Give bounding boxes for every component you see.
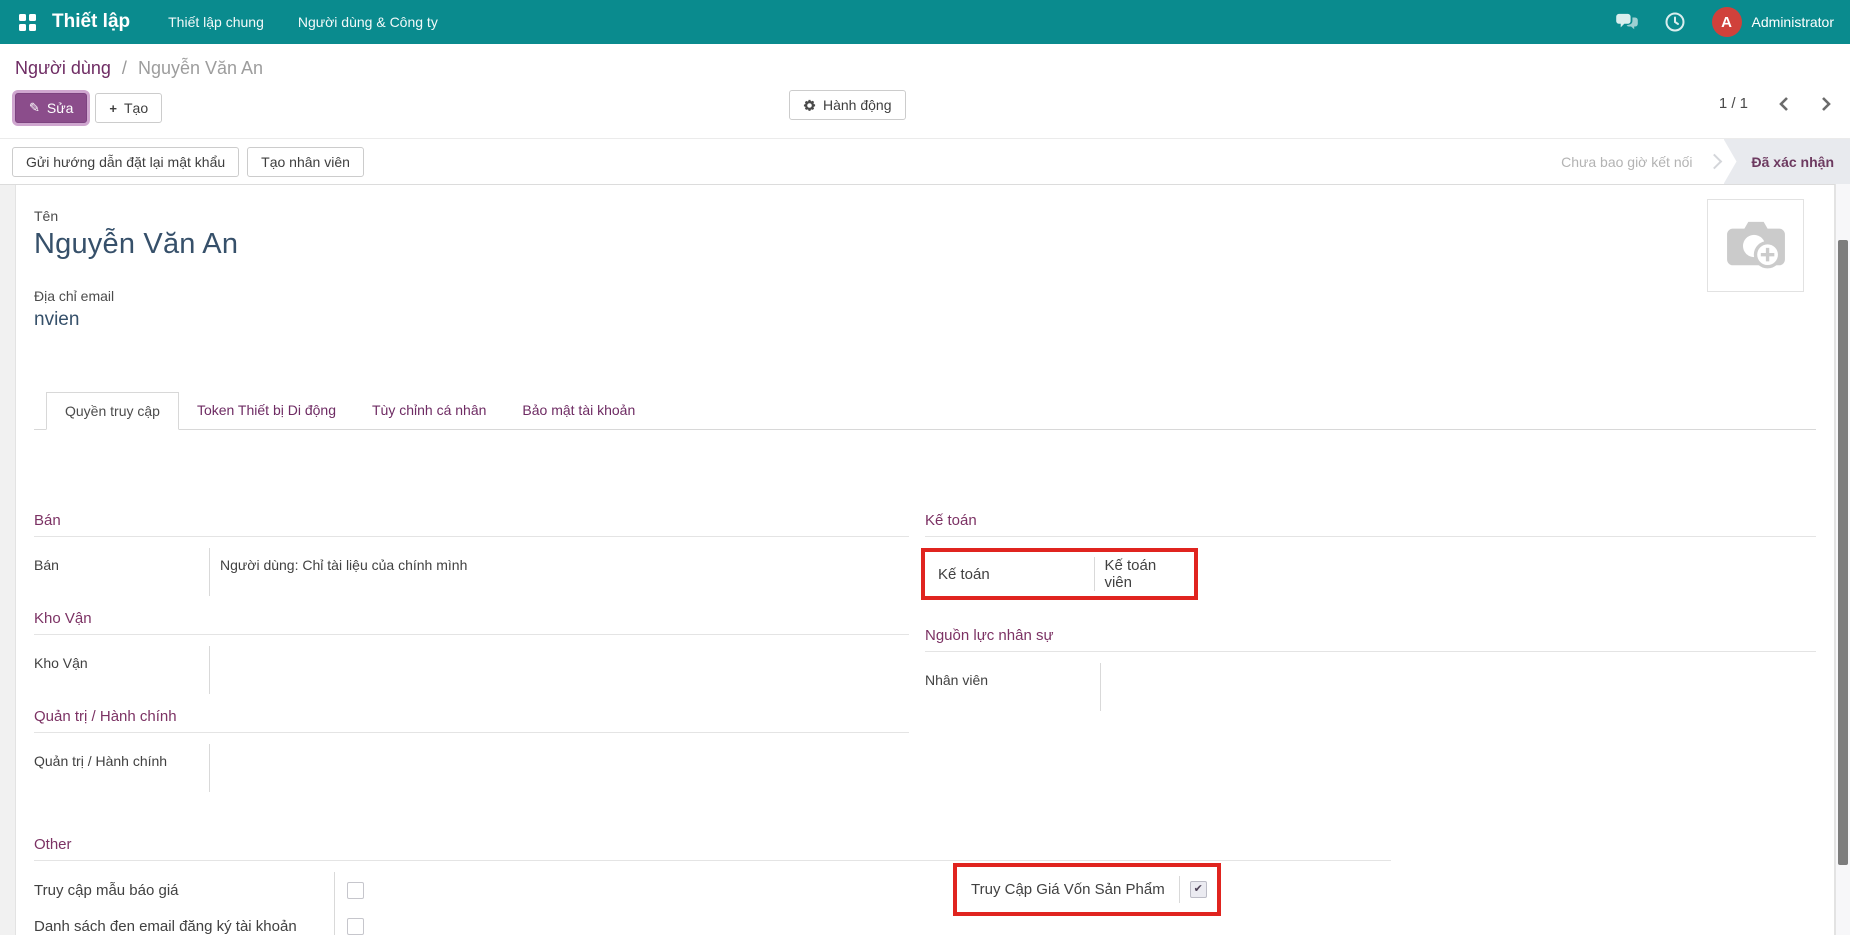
create-button[interactable]: + Tạo: [95, 93, 162, 123]
menu-general-settings[interactable]: Thiết lập chung: [168, 14, 264, 30]
camera-plus-icon: [1725, 219, 1787, 273]
group-sales-title: Bán: [34, 512, 909, 537]
control-panel: Người dùng / Nguyễn Văn An ✎ Sửa + Tạo H…: [0, 44, 1850, 185]
group-inventory: Kho Vận Kho Vận: [34, 610, 909, 694]
product-cost-checkbox[interactable]: ✔: [1190, 881, 1207, 898]
other-rows: Truy cập mẫu báo giá Danh sách đen email…: [34, 872, 1816, 935]
field-separator: [1179, 876, 1180, 903]
breadcrumb-separator: /: [122, 58, 127, 78]
pencil-icon: ✎: [29, 100, 40, 116]
menu-users-companies[interactable]: Người dùng & Công ty: [298, 14, 438, 30]
group-hr: Nguồn lực nhân sự Nhân viên: [925, 627, 1816, 711]
group-sales: Bán Bán Người dùng: Chỉ tài liệu của chí…: [34, 512, 909, 596]
quotation-templates-label: Truy cập mẫu báo giá: [34, 882, 334, 899]
access-rights-panel: Bán Bán Người dùng: Chỉ tài liệu của chí…: [34, 430, 1816, 935]
vertical-scrollbar[interactable]: [1835, 184, 1850, 935]
user-menu[interactable]: A Administrator: [1712, 7, 1834, 37]
apps-menu-icon[interactable]: [12, 7, 42, 37]
control-panel-buttons: ✎ Sửa + Tạo Hành động 1 / 1: [0, 87, 1850, 129]
form-sheet: Tên Nguyễn Văn An Địa chỉ email nvien Qu…: [15, 185, 1835, 935]
group-administration-title: Quản trị / Hành chính: [34, 708, 909, 733]
group-other-title: Other: [34, 836, 1391, 861]
grid-icon: [19, 14, 36, 31]
hr-field-value: [1100, 663, 1816, 711]
inventory-field-value: [209, 646, 909, 694]
plus-icon: +: [109, 101, 117, 116]
quotation-templates-cell: [334, 872, 364, 908]
create-employee-button[interactable]: Tạo nhân viên: [247, 147, 364, 177]
user-name-value: Nguyễn Văn An: [34, 228, 1816, 261]
administration-field-label: Quản trị / Hành chính: [34, 744, 209, 792]
app-menu: Thiết lập chung Người dùng & Công ty: [168, 14, 438, 30]
email-blacklist-cell: [334, 908, 364, 935]
send-password-reset-button[interactable]: Gửi hướng dẫn đặt lại mật khẩu: [12, 147, 239, 177]
highlight-box-accounting: Kế toán Kế toán viên: [921, 548, 1198, 600]
edit-button[interactable]: ✎ Sửa: [15, 93, 87, 123]
tab-account-security[interactable]: Bảo mật tài khoản: [504, 392, 653, 430]
group-inventory-title: Kho Vận: [34, 610, 909, 635]
administration-field-value: [209, 744, 909, 792]
email-blacklist-checkbox[interactable]: [347, 918, 364, 935]
name-field-label: Tên: [34, 208, 1816, 224]
statusbar: Gửi hướng dẫn đặt lại mật khẩu Tạo nhân …: [0, 138, 1850, 185]
status-stages: Chưa bao giờ kết nối Đã xác nhận: [1561, 139, 1850, 184]
group-accounting-title: Kế toán: [925, 512, 1816, 537]
right-column: Kế toán Kế toán Kế toán viên Nguồn lực n…: [925, 512, 1816, 806]
notebook-tabs: Quyền truy cập Token Thiết bị Di động Tù…: [34, 391, 1816, 430]
email-blacklist-label: Danh sách đen email đăng ký tài khoản: [34, 918, 334, 935]
tab-preferences[interactable]: Tùy chỉnh cá nhân: [354, 392, 504, 430]
stage-confirmed[interactable]: Đã xác nhận: [1724, 139, 1850, 184]
user-avatar: A: [1712, 7, 1742, 37]
inventory-field-label: Kho Vận: [34, 646, 209, 694]
app-title[interactable]: Thiết lập: [52, 11, 130, 33]
accounting-field-label: Kế toán: [938, 566, 1094, 583]
left-column: Bán Bán Người dùng: Chỉ tài liệu của chí…: [34, 512, 909, 806]
activities-clock-icon[interactable]: [1664, 11, 1686, 33]
breadcrumb-current: Nguyễn Văn An: [138, 58, 263, 78]
pager-next-icon[interactable]: [1820, 96, 1832, 112]
group-administration: Quản trị / Hành chính Quản trị / Hành ch…: [34, 708, 909, 792]
group-accounting: Kế toán Kế toán Kế toán viên: [925, 512, 1816, 600]
field-row-quotation-templates: Truy cập mẫu báo giá: [34, 872, 1816, 908]
tab-access-rights[interactable]: Quyền truy cập: [46, 392, 179, 430]
pager: 1 / 1: [1719, 95, 1832, 112]
field-row-hr: Nhân viên: [925, 663, 1816, 711]
email-field-label: Địa chỉ email: [34, 288, 1816, 304]
chevron-right-icon: [1706, 154, 1722, 170]
field-row-administration: Quản trị / Hành chính: [34, 744, 909, 792]
group-other: Other Truy cập mẫu báo giá Danh sách đen…: [34, 836, 1816, 935]
highlight-box-product-cost: Truy Cập Giá Vốn Sản Phẩm ✔: [953, 863, 1221, 916]
pager-counter: 1 / 1: [1719, 95, 1748, 112]
navbar-right: A Administrator: [1616, 7, 1834, 37]
user-name: Administrator: [1752, 14, 1834, 30]
form-view: Tên Nguyễn Văn An Địa chỉ email nvien Qu…: [0, 185, 1850, 935]
hr-field-label: Nhân viên: [925, 663, 1100, 711]
scrollbar-thumb[interactable]: [1838, 240, 1848, 865]
group-hr-title: Nguồn lực nhân sự: [925, 627, 1816, 652]
user-image-placeholder: [1707, 199, 1804, 292]
field-row-sales: Bán Người dùng: Chỉ tài liệu của chính m…: [34, 548, 909, 596]
gear-icon: [803, 99, 816, 112]
breadcrumb-users-link[interactable]: Người dùng: [15, 58, 111, 78]
accounting-field-value: Kế toán viên: [1095, 557, 1186, 591]
action-menu-button[interactable]: Hành động: [789, 90, 906, 120]
sales-field-label: Bán: [34, 548, 209, 596]
tab-mobile-token[interactable]: Token Thiết bị Di động: [179, 392, 354, 430]
email-value: nvien: [34, 309, 1816, 331]
top-navbar: Thiết lập Thiết lập chung Người dùng & C…: [0, 0, 1850, 44]
field-row-inventory: Kho Vận: [34, 646, 909, 694]
product-cost-label: Truy Cập Giá Vốn Sản Phẩm: [971, 881, 1179, 898]
pager-previous-icon[interactable]: [1778, 96, 1790, 112]
messages-icon[interactable]: [1616, 11, 1638, 33]
sales-field-value: Người dùng: Chỉ tài liệu của chính mình: [209, 548, 909, 596]
quotation-templates-checkbox[interactable]: [347, 882, 364, 899]
stage-never-connected[interactable]: Chưa bao giờ kết nối: [1561, 154, 1708, 170]
field-row-email-blacklist: Danh sách đen email đăng ký tài khoản: [34, 908, 1816, 935]
breadcrumb: Người dùng / Nguyễn Văn An: [0, 44, 1850, 79]
object-buttons: Gửi hướng dẫn đặt lại mật khẩu Tạo nhân …: [0, 147, 364, 177]
